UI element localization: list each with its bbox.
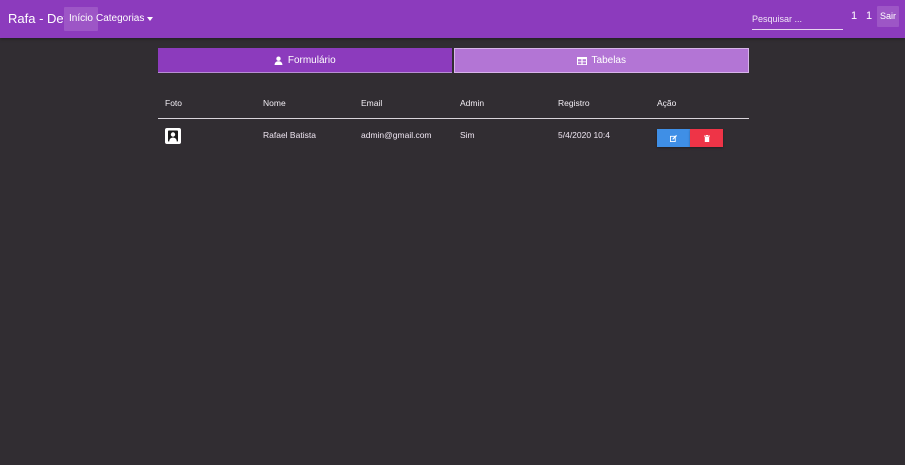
column-header-email: Email	[361, 98, 383, 108]
search-input[interactable]	[752, 9, 843, 30]
cell-admin: Sim	[460, 130, 475, 140]
user-avatar-icon	[165, 128, 181, 144]
counter-b: 1	[866, 10, 873, 22]
tab-tabelas[interactable]: Tabelas	[453, 48, 749, 73]
trash-icon	[703, 134, 710, 142]
cell-email: admin@gmail.com	[361, 130, 432, 140]
user-icon	[274, 56, 283, 65]
tab-tabelas-label: Tabelas	[591, 55, 626, 66]
column-header-registro: Registro	[558, 98, 590, 108]
logout-button[interactable]: Sair	[877, 6, 899, 27]
tab-formulario[interactable]: Formulário	[158, 48, 452, 73]
chevron-down-icon	[147, 17, 154, 21]
column-header-admin: Admin	[460, 98, 485, 108]
column-header-foto: Foto	[165, 98, 183, 108]
nav-categories-label: Categorias	[96, 13, 145, 24]
top-navbar: Rafa - Dev Início Categorias 1 1 Sair	[0, 0, 905, 38]
brand-title[interactable]: Rafa - Dev	[8, 11, 70, 26]
nav-home-link[interactable]: Início	[64, 7, 98, 31]
column-header-nome: Nome	[263, 98, 286, 108]
tab-bar: Formulário Tabelas	[158, 48, 749, 73]
row-actions	[657, 129, 723, 147]
table-header: Foto Nome Email Admin Registro Ação	[158, 92, 749, 119]
column-header-acao: Ação	[657, 98, 677, 108]
table-icon	[576, 56, 587, 65]
cell-registered: 5/4/2020 10:4	[558, 130, 610, 140]
cell-name: Rafael Batista	[263, 130, 316, 140]
users-table: Foto Nome Email Admin Registro Ação Rafa…	[158, 92, 749, 157]
tab-formulario-label: Formulário	[287, 54, 336, 66]
edit-button[interactable]	[657, 129, 690, 147]
table-row: Rafael Batista admin@gmail.com Sim 5/4/2…	[158, 119, 749, 157]
delete-button[interactable]	[690, 129, 723, 147]
nav-categories-dropdown[interactable]: Categorias	[96, 7, 154, 31]
edit-icon	[670, 134, 677, 142]
counter-a: 1	[851, 10, 858, 22]
